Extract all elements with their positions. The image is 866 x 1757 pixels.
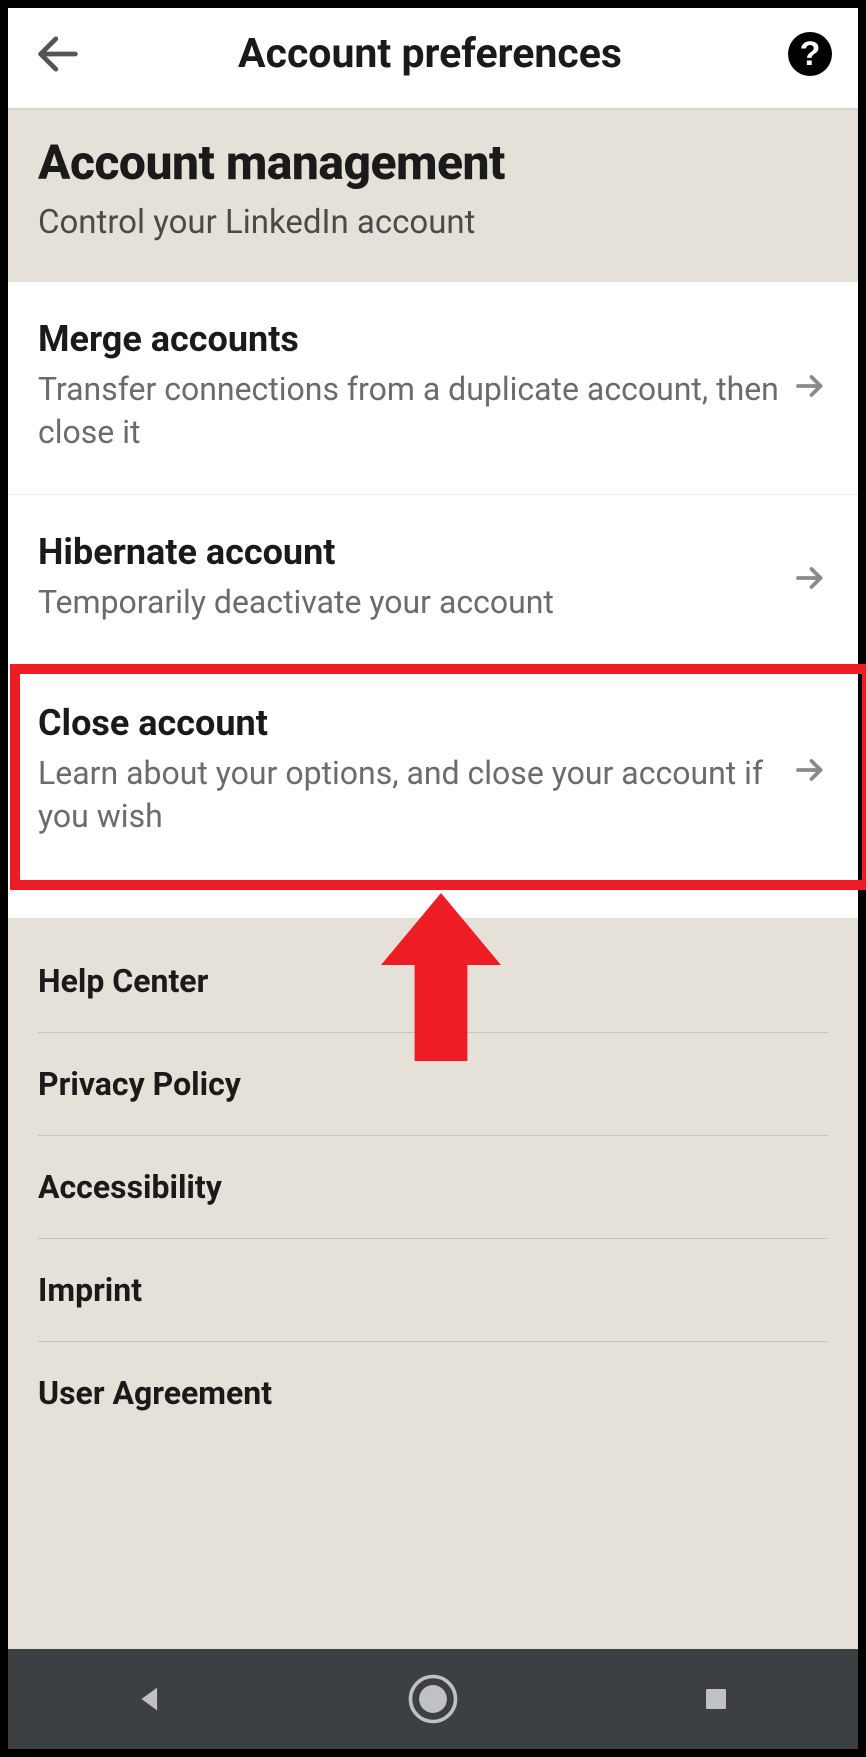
- settings-item-subtitle: Temporarily deactivate your account: [38, 581, 782, 624]
- settings-item-subtitle: Learn about your options, and close your…: [38, 752, 782, 838]
- chevron-right-icon: [792, 560, 828, 596]
- arrow-left-icon: [32, 28, 84, 80]
- nav-recent-button[interactable]: [681, 1664, 751, 1734]
- circle-home-icon: [406, 1672, 460, 1726]
- settings-item-subtitle: Transfer connections from a duplicate ac…: [38, 368, 782, 454]
- settings-item-merge-accounts[interactable]: Merge accounts Transfer connections from…: [8, 282, 858, 495]
- section-header: Account management Control your LinkedIn…: [8, 110, 858, 282]
- settings-item-close-account[interactable]: Close account Learn about your options, …: [8, 666, 858, 878]
- footer-link-privacy-policy[interactable]: Privacy Policy: [38, 1033, 828, 1136]
- spacer: [8, 878, 858, 918]
- nav-home-button[interactable]: [398, 1664, 468, 1734]
- settings-item-hibernate-account[interactable]: Hibernate account Temporarily deactivate…: [8, 495, 858, 665]
- chevron-right-icon: [792, 368, 828, 404]
- footer-link-user-agreement[interactable]: User Agreement: [38, 1342, 828, 1444]
- footer-link-accessibility[interactable]: Accessibility: [38, 1136, 828, 1239]
- nav-back-button[interactable]: [115, 1664, 185, 1734]
- footer-link-help-center[interactable]: Help Center: [38, 930, 828, 1033]
- chevron-right-icon: [792, 752, 828, 788]
- app-bar: Account preferences ?: [8, 8, 858, 108]
- footer-link-imprint[interactable]: Imprint: [38, 1239, 828, 1342]
- settings-item-title: Merge accounts: [38, 318, 782, 360]
- triangle-back-icon: [133, 1682, 167, 1716]
- back-button[interactable]: [32, 28, 84, 80]
- android-nav-bar: [8, 1649, 858, 1749]
- help-button[interactable]: ?: [786, 30, 834, 78]
- svg-text:?: ?: [800, 35, 821, 73]
- square-recent-icon: [701, 1684, 731, 1714]
- section-subtitle: Control your LinkedIn account: [38, 203, 828, 242]
- section-title: Account management: [38, 134, 828, 191]
- footer-links: Help Center Privacy Policy Accessibility…: [8, 918, 858, 1649]
- settings-item-title: Close account: [38, 702, 782, 744]
- page-title: Account preferences: [84, 30, 786, 78]
- settings-item-title: Hibernate account: [38, 531, 782, 573]
- help-icon: ?: [786, 30, 834, 78]
